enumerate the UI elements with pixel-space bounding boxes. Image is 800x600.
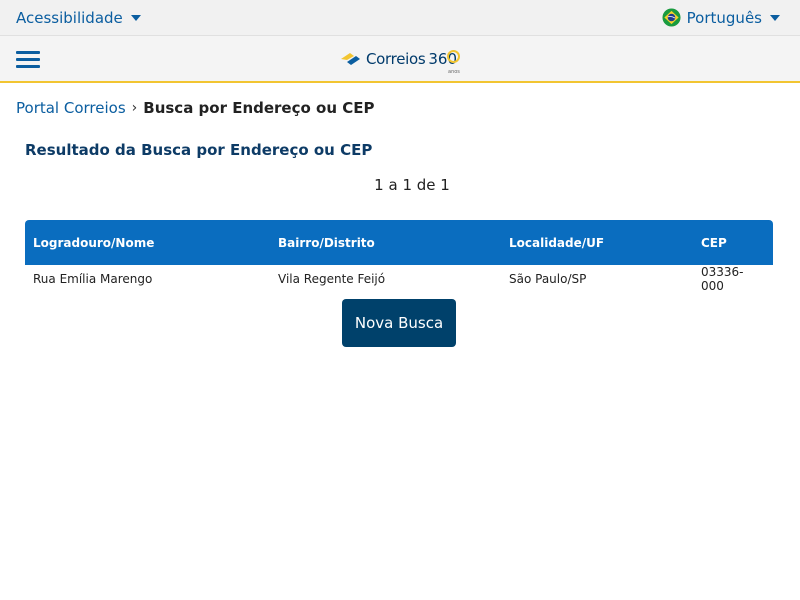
- results-table: Logradouro/Nome Bairro/Distrito Localida…: [25, 220, 773, 293]
- table-row: Rua Emília Marengo Vila Regente Feijó Sã…: [25, 265, 773, 293]
- correios-logo-icon: [341, 53, 360, 65]
- pagination-info: 1 a 1 de 1: [374, 176, 450, 194]
- logo-number: 360: [428, 50, 461, 68]
- column-header: Localidade/UF: [509, 235, 605, 250]
- chevron-down-icon[interactable]: [130, 15, 141, 21]
- breadcrumb-separator-icon: ›: [131, 100, 138, 116]
- table-cell-logradouro: Rua Emília Marengo: [33, 272, 153, 286]
- accessibility-label[interactable]: Acessibilidade: [16, 9, 123, 27]
- breadcrumb-current: Busca por Endereço ou CEP: [143, 99, 375, 117]
- breadcrumb-link-portal[interactable]: Portal Correios: [16, 99, 126, 117]
- top-utility-bar: Acessibilidade Português: [0, 0, 800, 36]
- language-selector[interactable]: Português: [662, 8, 780, 27]
- page-title: Resultado da Busca por Endereço ou CEP: [25, 141, 373, 159]
- table-cell-bairro: Vila Regente Feijó: [278, 272, 386, 286]
- language-label[interactable]: Português: [687, 9, 762, 27]
- table-cell-cep: 03336-000: [701, 265, 744, 293]
- accessibility-menu[interactable]: Acessibilidade: [16, 9, 141, 27]
- correios-logo[interactable]: Correios 360 anos: [341, 45, 461, 75]
- column-header: Bairro/Distrito: [278, 235, 375, 250]
- hamburger-menu-icon[interactable]: [16, 51, 41, 69]
- column-header: Logradouro/Nome: [33, 235, 155, 250]
- breadcrumb: Portal Correios › Busca por Endereço ou …: [16, 99, 374, 117]
- table-cell-localidade: São Paulo/SP: [509, 272, 587, 286]
- new-search-button[interactable]: Nova Busca: [342, 299, 456, 347]
- table-header-row: Logradouro/Nome Bairro/Distrito Localida…: [25, 220, 773, 265]
- site-header: Correios 360 anos: [0, 36, 800, 83]
- logo-text: Correios: [366, 50, 426, 68]
- chevron-down-icon[interactable]: [770, 14, 780, 21]
- brazil-flag-icon: [662, 8, 681, 27]
- column-header: CEP: [701, 235, 727, 250]
- logo-subtext: anos: [448, 69, 460, 75]
